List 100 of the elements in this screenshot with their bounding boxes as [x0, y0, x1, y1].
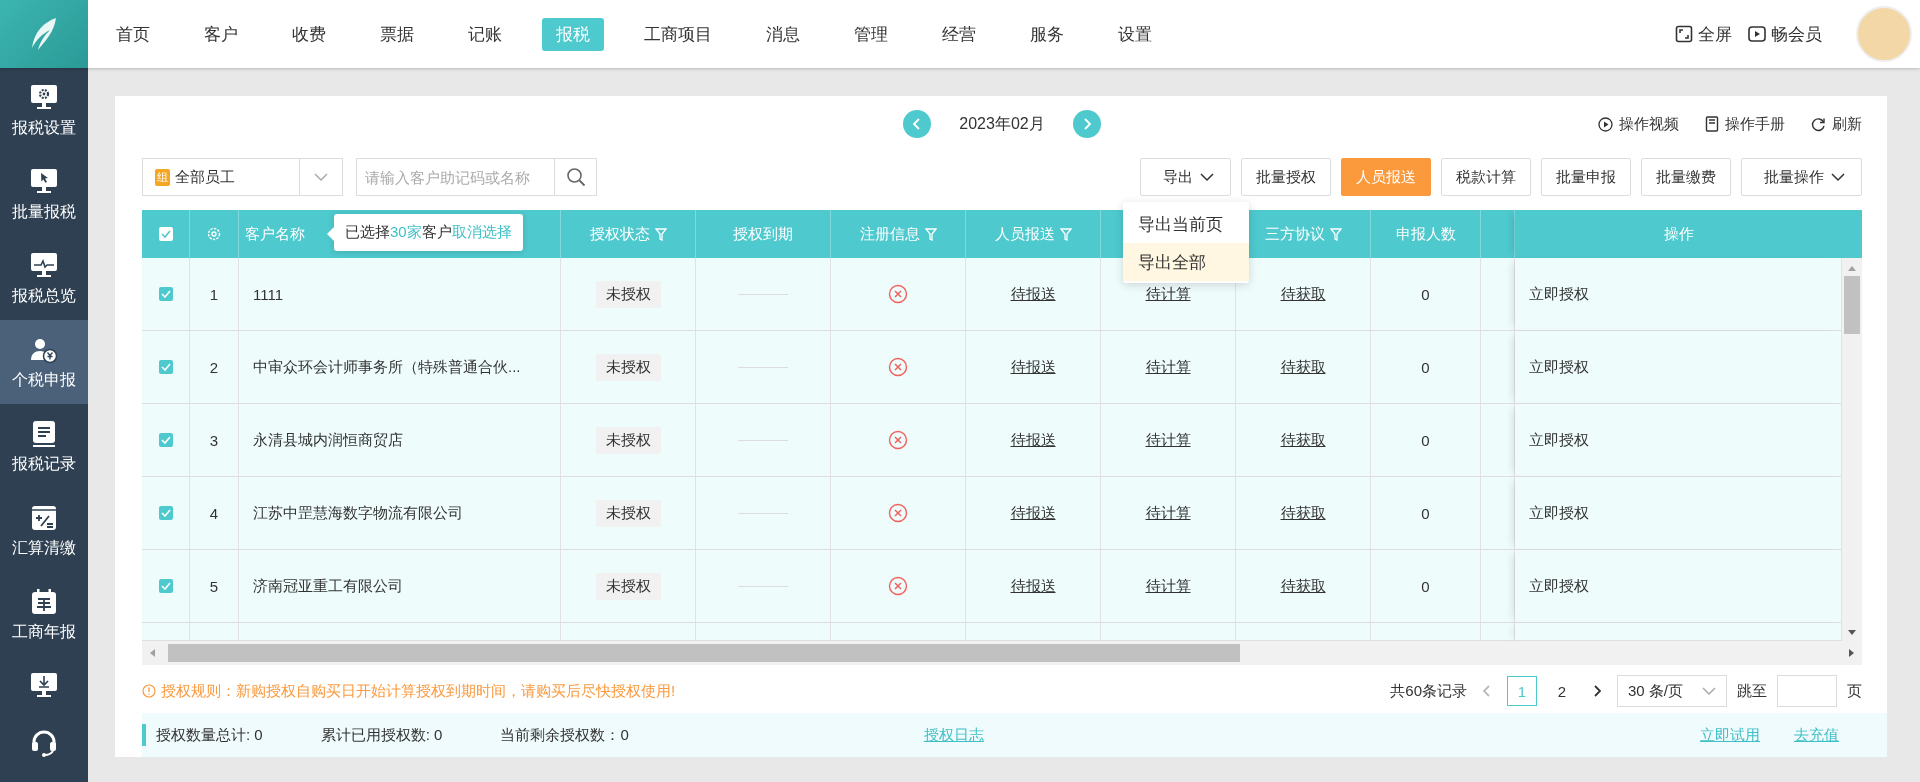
page-button[interactable]: 2 [1547, 676, 1577, 706]
status-link[interactable]: 待报送 [1010, 503, 1056, 523]
menu-item[interactable]: 导出全部 [1123, 243, 1249, 281]
menu-item[interactable]: 导出当前页 [1123, 205, 1249, 243]
toolbar-button[interactable]: 批量授权 [1241, 158, 1331, 196]
row-checkbox[interactable] [158, 433, 173, 447]
column-header: 申报人数 [1395, 224, 1456, 244]
search-button[interactable] [555, 158, 597, 196]
chevron-right-icon [1591, 685, 1603, 697]
row-checkbox[interactable] [158, 506, 173, 520]
nav-tab[interactable]: 收费 [278, 17, 340, 51]
play-icon [1748, 26, 1766, 42]
status-link[interactable]: 待报送 [1010, 284, 1056, 304]
help-link[interactable]: 刷新 [1811, 114, 1862, 134]
nav-tab[interactable]: 首页 [102, 17, 164, 51]
nav-tab[interactable]: 记账 [454, 17, 516, 51]
authorize-link[interactable]: 立即授权 [1529, 576, 1589, 596]
row-checkbox[interactable] [158, 579, 173, 593]
stat-text: 当前剩余授权数：0 [500, 725, 629, 745]
status-link[interactable]: 待获取 [1280, 284, 1326, 304]
toolbar-button[interactable]: 批量申报 [1541, 158, 1631, 196]
next-month-button[interactable] [1072, 110, 1101, 138]
dropdown-button[interactable]: 导出 [1140, 158, 1231, 196]
row-number: 2 [209, 358, 219, 376]
headset-icon[interactable] [29, 728, 59, 758]
sidebar-item[interactable]: 汇算清缴 [0, 488, 88, 572]
sidebar-item[interactable]: 个税申报 [0, 320, 88, 404]
membership-button[interactable]: 畅会员 [1748, 22, 1822, 46]
status-link[interactable]: 待报送 [1010, 430, 1056, 450]
status-link[interactable]: 待获取 [1280, 576, 1326, 596]
scrollbar-thumb[interactable] [168, 644, 1240, 662]
nav-tab[interactable]: 工商项目 [630, 17, 726, 51]
filter-icon[interactable] [1059, 227, 1072, 241]
nav-tab[interactable]: 经营 [928, 17, 990, 51]
status-link[interactable]: 待获取 [1280, 357, 1326, 377]
settings-icon[interactable] [206, 226, 222, 242]
horizontal-scrollbar[interactable] [142, 641, 1862, 665]
dropdown-button[interactable]: 批量操作 [1741, 158, 1862, 196]
row-number: 4 [209, 504, 219, 522]
stat-text: 累计已用授权数: 0 [320, 725, 443, 745]
help-link[interactable]: 操作视频 [1598, 114, 1679, 134]
status-link[interactable]: 待计算 [1145, 284, 1191, 304]
sidebar-item[interactable]: 报税设置 [0, 68, 88, 152]
triangle-down-icon[interactable] [1847, 629, 1857, 637]
sidebar-item[interactable]: 报税总览 [0, 236, 88, 320]
play-circle-icon [1598, 116, 1613, 132]
refresh-icon [1811, 116, 1826, 132]
chevron-down-icon [1831, 172, 1845, 182]
select-all-checkbox[interactable] [158, 227, 173, 241]
status-link[interactable]: 待计算 [1145, 503, 1191, 523]
fullscreen-icon [1675, 25, 1693, 43]
stat-text: 授权数量总计: 0 [156, 725, 263, 745]
row-number: 1 [209, 285, 219, 303]
nav-tab[interactable]: 服务 [1016, 17, 1078, 51]
period-label: 2023年02月 [959, 113, 1045, 134]
staff-select[interactable]: 组 全部员工 [142, 158, 343, 196]
column-header: 客户名称 [245, 224, 305, 244]
authorize-link[interactable]: 立即授权 [1529, 430, 1589, 450]
triangle-up-icon[interactable] [1847, 264, 1857, 272]
help-link[interactable]: 操作手册 [1705, 114, 1785, 134]
monitor-download-icon[interactable] [28, 670, 60, 700]
nav-tab[interactable]: 票据 [366, 17, 428, 51]
status-link[interactable]: 待获取 [1280, 430, 1326, 450]
sidebar-item[interactable]: 报税记录 [0, 404, 88, 488]
authorize-link[interactable]: 立即授权 [1529, 284, 1589, 304]
filter-icon[interactable] [654, 227, 667, 241]
vertical-scrollbar[interactable] [1842, 258, 1862, 641]
scrollbar-thumb[interactable] [1844, 276, 1860, 334]
status-tag: 未授权 [595, 572, 661, 600]
page-input[interactable] [1777, 675, 1837, 707]
filter-icon[interactable] [924, 227, 937, 241]
row-checkbox[interactable] [158, 360, 173, 374]
table-cell: 0 [1371, 404, 1481, 477]
status-link[interactable]: 待报送 [1010, 576, 1056, 596]
status-link[interactable]: 待计算 [1145, 430, 1191, 450]
status-link[interactable]: 待计算 [1145, 357, 1191, 377]
nav-tab[interactable]: 设置 [1104, 17, 1166, 51]
toolbar-button[interactable]: 税款计算 [1441, 158, 1531, 196]
sidebar-item[interactable]: 工商年报 [0, 572, 88, 656]
page-size-select[interactable]: 30 条/页 [1617, 675, 1727, 707]
authorize-link[interactable]: 立即授权 [1529, 503, 1589, 523]
nav-tab[interactable]: 客户 [190, 17, 252, 51]
previous-month-button[interactable] [903, 110, 932, 138]
toolbar-button[interactable]: 批量缴费 [1641, 158, 1731, 196]
status-link[interactable]: 待计算 [1145, 576, 1191, 596]
status-link[interactable]: 待获取 [1280, 503, 1326, 523]
row-number: 3 [209, 431, 219, 449]
customer-name: 1111 [253, 285, 284, 303]
avatar[interactable] [1856, 6, 1912, 62]
search-field[interactable]: 请输入客户助记码或名称 [356, 158, 555, 196]
row-checkbox[interactable] [158, 287, 173, 301]
filter-icon[interactable] [1329, 227, 1342, 241]
authorize-link[interactable]: 立即授权 [1529, 357, 1589, 377]
status-link[interactable]: 待报送 [1010, 357, 1056, 377]
fullscreen-button[interactable]: 全屏 [1675, 22, 1732, 46]
sidebar-item[interactable]: 批量报税 [0, 152, 88, 236]
nav-tab[interactable]: 管理 [840, 17, 902, 51]
column-header: 操作 [1663, 224, 1694, 244]
table-cell [1481, 623, 1515, 641]
nav-tab[interactable]: 消息 [752, 17, 814, 51]
